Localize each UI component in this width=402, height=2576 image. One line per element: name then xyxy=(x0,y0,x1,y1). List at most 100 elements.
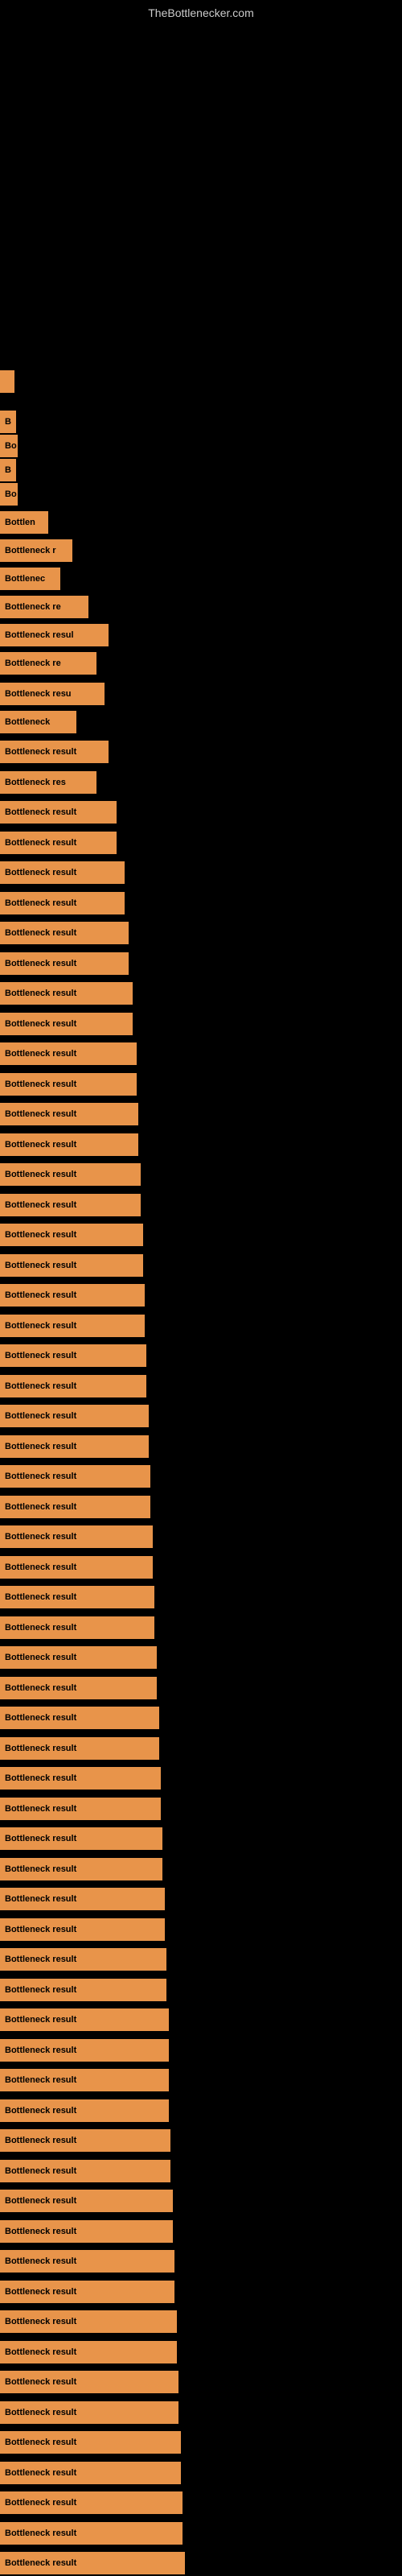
result-bar-container: Bottleneck result xyxy=(0,2069,169,2091)
result-bar[interactable]: Bottleneck result xyxy=(0,2522,183,2545)
result-bar[interactable]: Bottleneck result xyxy=(0,1405,149,1427)
result-bar[interactable]: Bottleneck result xyxy=(0,1284,145,1307)
result-bar[interactable]: Bottleneck result xyxy=(0,892,125,914)
result-bar[interactable]: Bottleneck result xyxy=(0,1827,162,1850)
result-bar[interactable]: Bottleneck result xyxy=(0,2250,174,2273)
result-bar[interactable]: Bottleneck result xyxy=(0,1979,166,2001)
result-bar[interactable]: Bo xyxy=(0,435,18,457)
result-bar[interactable]: Bottleneck result xyxy=(0,2310,177,2333)
result-bar[interactable]: Bottleneck result xyxy=(0,922,129,944)
result-bar[interactable]: Bottleneck result xyxy=(0,1707,159,1729)
result-bar-container: B xyxy=(0,459,16,481)
result-bar[interactable]: Bottleneck result xyxy=(0,2552,185,2574)
result-bar[interactable]: Bottleneck result xyxy=(0,861,125,884)
result-bar[interactable]: Bottleneck result xyxy=(0,2190,173,2212)
result-bar-container: Bottleneck r xyxy=(0,539,72,562)
result-bar[interactable]: Bottleneck result xyxy=(0,1344,146,1367)
result-bar[interactable]: B xyxy=(0,411,16,433)
result-bar-container: Bottleneck result xyxy=(0,1405,149,1427)
result-bar[interactable]: Bottleneck result xyxy=(0,1918,165,1941)
result-bar-container: Bottleneck result xyxy=(0,1918,165,1941)
result-bar[interactable]: Bottlen xyxy=(0,511,48,534)
result-bar[interactable]: Bottleneck result xyxy=(0,2039,169,2062)
result-bar[interactable]: Bottleneck result xyxy=(0,1103,138,1125)
result-bar-container: Bottleneck result xyxy=(0,2190,173,2212)
result-bar[interactable]: Bottleneck result xyxy=(0,1254,143,1277)
result-bar-container: Bottleneck result xyxy=(0,1042,137,1065)
result-bar[interactable]: Bottleneck result xyxy=(0,2129,170,2152)
result-bar[interactable]: Bottleneck result xyxy=(0,2462,181,2484)
result-bar[interactable]: Bottleneck result xyxy=(0,1737,159,1760)
result-bar[interactable]: Bottleneck result xyxy=(0,982,133,1005)
result-bar[interactable]: Bottleneck result xyxy=(0,2099,169,2122)
result-bar[interactable]: Bottlenec xyxy=(0,568,60,590)
result-bar[interactable]: Bottleneck result xyxy=(0,1616,154,1639)
result-bar-container: Bottleneck result xyxy=(0,952,129,975)
result-bar[interactable]: Bottleneck resu xyxy=(0,683,105,705)
result-bar[interactable]: Bottleneck result xyxy=(0,832,117,854)
result-bar-container: Bottleneck result xyxy=(0,1525,153,1548)
result-bar[interactable]: Bottleneck result xyxy=(0,2008,169,2031)
result-bar[interactable]: Bottleneck result xyxy=(0,1465,150,1488)
result-bar[interactable]: Bottleneck result xyxy=(0,2069,169,2091)
result-bar[interactable]: Bottleneck result xyxy=(0,1163,141,1186)
result-bar[interactable]: Bottleneck result xyxy=(0,801,117,824)
result-bar[interactable]: Bo xyxy=(0,483,18,506)
result-bar[interactable]: Bottleneck result xyxy=(0,1525,153,1548)
result-bar[interactable]: Bottleneck xyxy=(0,711,76,733)
result-bar[interactable]: Bottleneck result xyxy=(0,1888,165,1910)
result-bar[interactable]: Bottleneck result xyxy=(0,1948,166,1971)
result-bar[interactable]: Bottleneck result xyxy=(0,2281,174,2303)
result-bar[interactable]: Bottleneck result xyxy=(0,1375,146,1397)
result-bar[interactable]: Bottleneck result xyxy=(0,2431,181,2454)
result-bar-container: Bottleneck result xyxy=(0,2039,169,2062)
result-bar[interactable]: Bottleneck result xyxy=(0,1767,161,1790)
result-bar[interactable]: Bottleneck result xyxy=(0,1315,145,1337)
result-bar-container: Bottleneck result xyxy=(0,1224,143,1246)
result-bar[interactable]: Bottleneck result xyxy=(0,2341,177,2363)
result-bar[interactable]: Bottleneck resul xyxy=(0,624,109,646)
result-bar-container: Bottleneck result xyxy=(0,801,117,824)
result-bar[interactable]: Bottleneck res xyxy=(0,771,96,794)
result-bar[interactable]: Bottleneck result xyxy=(0,1435,149,1458)
result-bar-container: Bottleneck result xyxy=(0,2371,178,2393)
result-bar[interactable]: Bottleneck result xyxy=(0,1646,157,1669)
result-bar-container: Bottleneck result xyxy=(0,1556,153,1579)
result-bar[interactable]: Bottleneck result xyxy=(0,2371,178,2393)
result-bar-container: Bottleneck result xyxy=(0,892,125,914)
result-bar[interactable]: Bottleneck result xyxy=(0,1586,154,1608)
result-bar[interactable]: Bottleneck result xyxy=(0,1677,157,1699)
result-bar[interactable]: Bottleneck result xyxy=(0,1858,162,1880)
result-bar[interactable] xyxy=(0,370,14,393)
result-bar-container: Bottleneck result xyxy=(0,2401,178,2424)
result-bar[interactable]: Bottleneck re xyxy=(0,652,96,675)
result-bar[interactable]: Bottleneck result xyxy=(0,2160,170,2182)
result-bar-container: Bottleneck result xyxy=(0,2160,170,2182)
result-bar[interactable]: B xyxy=(0,459,16,481)
result-bar[interactable]: Bottleneck result xyxy=(0,2491,183,2514)
result-bar-container: Bottleneck xyxy=(0,711,76,733)
result-bar-container: Bottleneck result xyxy=(0,1707,159,1729)
result-bar[interactable]: Bottleneck result xyxy=(0,2401,178,2424)
result-bar-container: Bottleneck resu xyxy=(0,683,105,705)
result-bar[interactable]: Bottleneck result xyxy=(0,1013,133,1035)
result-bar[interactable]: Bottleneck result xyxy=(0,1194,141,1216)
result-bar-container: Bo xyxy=(0,483,18,506)
result-bar[interactable]: Bottleneck result xyxy=(0,2220,173,2243)
result-bar-container: Bottleneck result xyxy=(0,922,129,944)
result-bar[interactable]: Bottleneck result xyxy=(0,741,109,763)
result-bar[interactable]: Bottleneck result xyxy=(0,1556,153,1579)
result-bar[interactable]: Bottleneck result xyxy=(0,1133,138,1156)
result-bar[interactable]: Bottleneck result xyxy=(0,952,129,975)
result-bar[interactable]: Bottleneck result xyxy=(0,1073,137,1096)
site-title: TheBottlenecker.com xyxy=(0,0,402,23)
result-bar[interactable]: Bottleneck result xyxy=(0,1224,143,1246)
result-bar-container xyxy=(0,370,14,393)
result-bar[interactable]: Bottleneck result xyxy=(0,1798,161,1820)
result-bar-container: Bottleneck result xyxy=(0,2281,174,2303)
result-bar-container: Bottleneck result xyxy=(0,1465,150,1488)
result-bar[interactable]: Bottleneck result xyxy=(0,1042,137,1065)
result-bar[interactable]: Bottleneck result xyxy=(0,1496,150,1518)
result-bar[interactable]: Bottleneck r xyxy=(0,539,72,562)
result-bar[interactable]: Bottleneck re xyxy=(0,596,88,618)
